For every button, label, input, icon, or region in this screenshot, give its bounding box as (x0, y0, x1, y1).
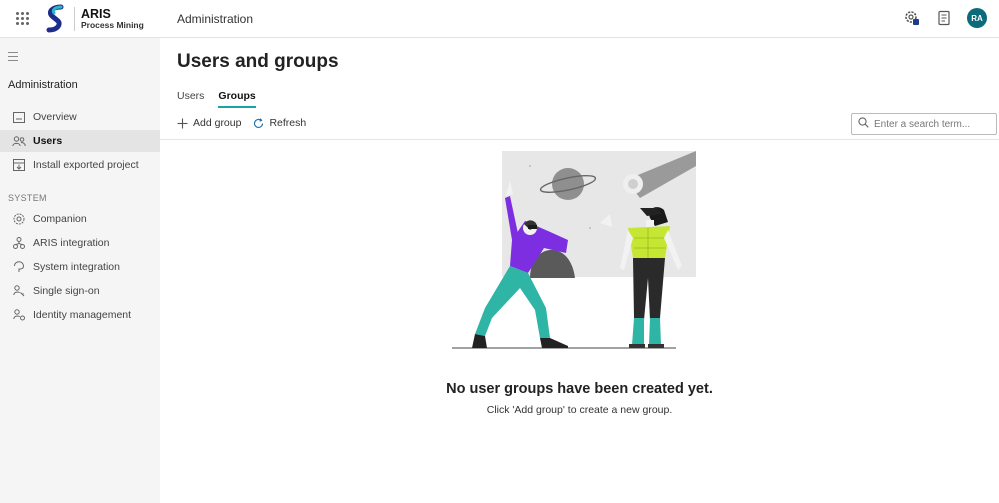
logo-divider (74, 6, 75, 31)
sidebar-item-label: Users (33, 135, 63, 147)
sidebar-item-label: Companion (33, 213, 87, 225)
page-title: Users and groups (177, 51, 339, 72)
brand-text: ARIS Process Mining (81, 6, 144, 30)
search-input[interactable] (874, 118, 989, 130)
sidebar-item-users[interactable]: Users (0, 130, 160, 152)
aris-logo-icon (46, 4, 64, 32)
sidebar-item-label: ARIS integration (33, 237, 110, 249)
user-avatar[interactable]: RA (967, 8, 987, 28)
aris-integration-icon (12, 236, 26, 250)
settings-gear-icon[interactable] (903, 9, 921, 27)
menu-collapse-icon[interactable] (8, 52, 20, 62)
tab-users[interactable]: Users (177, 90, 204, 108)
content-divider (160, 139, 999, 140)
header-actions: RA (903, 8, 987, 28)
tab-groups[interactable]: Groups (218, 90, 256, 108)
sidebar-item-label: Overview (33, 111, 77, 123)
top-bar: ARIS Process Mining Administration RA (0, 0, 999, 38)
sidebar: Administration Overview Users Install ex… (0, 38, 160, 503)
install-package-icon (12, 158, 26, 172)
refresh-label: Refresh (269, 117, 307, 129)
brand-title: ARIS (81, 6, 111, 21)
header-section-title: Administration (177, 12, 254, 26)
sidebar-item-label: Identity management (33, 309, 132, 321)
sidebar-item-install-exported-project[interactable]: Install exported project (0, 154, 160, 176)
sidebar-item-companion[interactable]: Companion (0, 208, 160, 230)
search-box[interactable] (851, 113, 997, 135)
identity-management-icon (12, 308, 26, 322)
plus-icon (177, 118, 188, 129)
sidebar-item-single-sign-on[interactable]: Single sign-on (0, 280, 160, 302)
app-root: ARIS Process Mining Administration RA Ad… (0, 0, 999, 503)
refresh-icon (253, 117, 264, 129)
users-icon (12, 134, 26, 148)
sidebar-heading: Administration (8, 79, 78, 91)
sidebar-section-system: SYSTEM (8, 193, 47, 203)
sidebar-item-label: System integration (33, 261, 120, 273)
sidebar-item-overview[interactable]: Overview (0, 106, 160, 128)
sidebar-item-label: Install exported project (33, 159, 139, 171)
empty-state-title: No user groups have been created yet. (446, 381, 713, 397)
toolbar: Add group Refresh (177, 117, 318, 129)
refresh-button[interactable]: Refresh (253, 117, 306, 129)
system-integration-icon (12, 260, 26, 274)
overview-icon (12, 110, 26, 124)
sidebar-item-system-integration[interactable]: System integration (0, 256, 160, 278)
tab-bar: Users Groups (177, 90, 256, 108)
empty-state-illustration (452, 151, 696, 349)
empty-state-subtitle: Click 'Add group' to create a new group. (486, 404, 673, 416)
add-group-label: Add group (193, 117, 242, 129)
app-launcher-icon[interactable] (14, 11, 30, 27)
sidebar-item-aris-integration[interactable]: ARIS integration (0, 232, 160, 254)
single-sign-on-icon (12, 284, 26, 298)
help-document-icon[interactable] (935, 9, 953, 27)
sidebar-item-identity-management[interactable]: Identity management (0, 304, 160, 326)
add-group-button[interactable]: Add group (177, 117, 241, 129)
brand-subtitle: Process Mining (81, 20, 144, 30)
companion-icon (12, 212, 26, 226)
sidebar-item-label: Single sign-on (33, 285, 100, 297)
brand-logo[interactable]: ARIS Process Mining (44, 0, 144, 38)
search-icon (858, 115, 869, 133)
